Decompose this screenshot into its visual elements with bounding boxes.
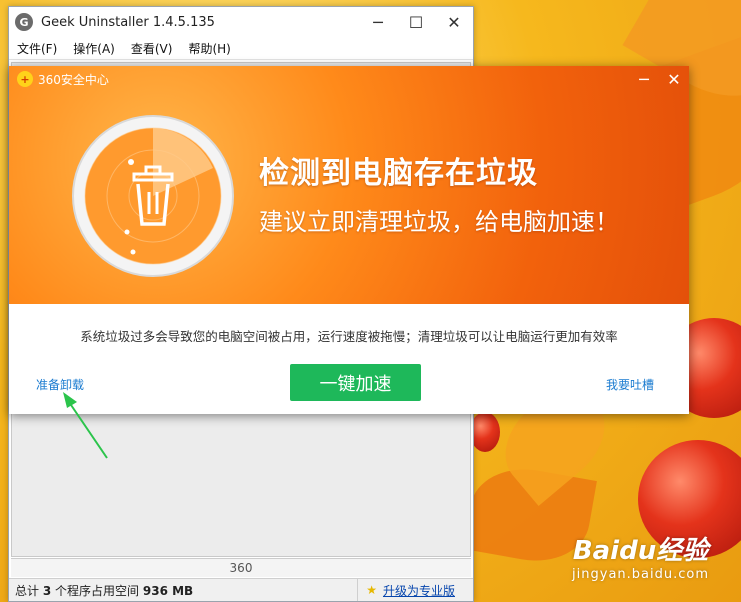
annotation-arrow-icon xyxy=(63,392,108,459)
status-summary: 总计 3 个程序占用空间 936 MB xyxy=(9,582,357,599)
upgrade-link[interactable]: 升级为专业版 xyxy=(383,582,455,599)
menu-help[interactable]: 帮助(H) xyxy=(188,40,230,57)
watermark-main: Baidu经验 xyxy=(572,536,709,566)
status-count: 3 xyxy=(42,583,52,598)
watermark-sub: jingyan.baidu.com xyxy=(572,567,709,582)
popup-title: 360安全中心 xyxy=(38,72,109,87)
status-mid: 个程序占用空间 xyxy=(55,583,140,598)
shield-360-icon: + xyxy=(17,71,33,87)
trash-radar-icon xyxy=(72,115,234,277)
status-prefix: 总计 xyxy=(15,583,40,598)
geek-titlebar: G Geek Uninstaller 1.4.5.135 ─ ☐ ✕ xyxy=(9,7,473,37)
popup-description: 系统垃圾过多会导致您的电脑空间被占用，运行速度被拖慢；清理垃圾可以让电脑运行更加… xyxy=(80,329,618,344)
program-count-row: 360 xyxy=(11,558,471,577)
wallpaper-fruit xyxy=(470,412,500,452)
popup-360-cleanup: + 360安全中心 ─ ✕ 检测到电脑存在垃圾 建议立即清理垃圾，给电脑加速！ … xyxy=(9,66,689,414)
upgrade-area: ★ 升级为专业版 xyxy=(357,579,473,601)
baidu-watermark: Baidu经验 jingyan.baidu.com xyxy=(572,530,709,582)
minimize-icon[interactable]: ─ xyxy=(359,7,397,37)
feedback-link[interactable]: 我要吐槽 xyxy=(606,376,654,393)
status-size: 936 MB xyxy=(142,583,194,598)
geek-window-title: Geek Uninstaller 1.4.5.135 xyxy=(41,14,215,30)
popup-subline: 建议立即清理垃圾，给电脑加速！ xyxy=(259,208,619,236)
popup-headline: 检测到电脑存在垃圾 xyxy=(259,156,538,191)
geek-logo-icon: G xyxy=(15,13,33,31)
popup-banner: + 360安全中心 ─ ✕ 检测到电脑存在垃圾 建议立即清理垃圾，给电脑加速！ xyxy=(9,66,689,304)
menu-view[interactable]: 查看(V) xyxy=(131,40,173,57)
geek-statusbar: 总计 3 个程序占用空间 936 MB ★ 升级为专业版 xyxy=(9,578,473,601)
popup-minimize-icon[interactable]: ─ xyxy=(629,70,659,89)
program-count-label: 360 xyxy=(229,561,253,575)
popup-close-icon[interactable]: ✕ xyxy=(659,70,689,89)
maximize-icon[interactable]: ☐ xyxy=(397,7,435,37)
menu-file[interactable]: 文件(F) xyxy=(17,40,57,57)
popup-titlebar: + 360安全中心 ─ ✕ xyxy=(9,66,689,92)
geek-menubar: 文件(F) 操作(A) 查看(V) 帮助(H) xyxy=(9,37,473,60)
one-click-boost-button[interactable]: 一键加速 xyxy=(290,364,421,401)
menu-action[interactable]: 操作(A) xyxy=(73,40,115,57)
star-icon: ★ xyxy=(366,583,377,597)
close-icon[interactable]: ✕ xyxy=(435,7,473,37)
